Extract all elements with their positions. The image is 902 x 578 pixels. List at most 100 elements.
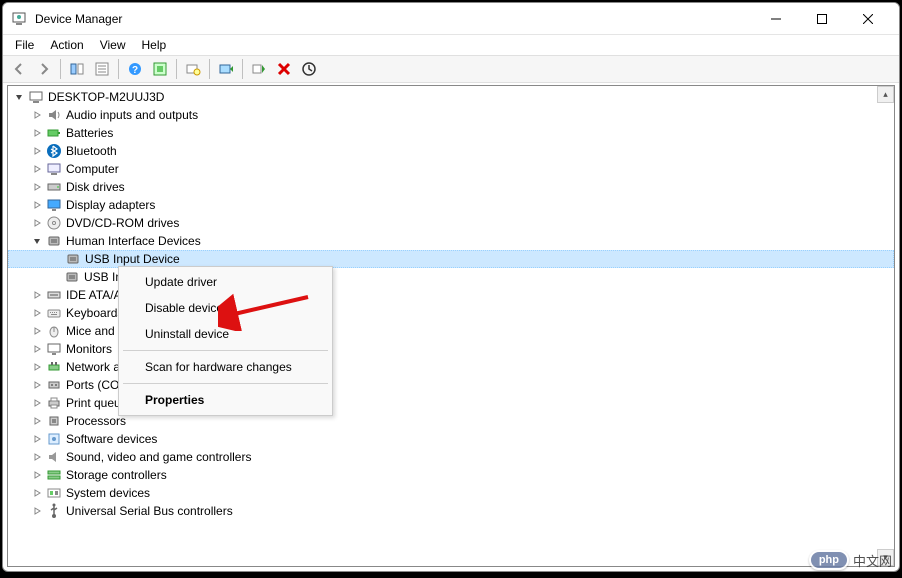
context-menu-item[interactable]: Scan for hardware changes (121, 354, 330, 380)
tree-node[interactable]: Storage controllers (8, 466, 894, 484)
tree-node-label: USB Input Device (85, 252, 180, 266)
disable-button[interactable] (297, 57, 321, 81)
tree-node[interactable]: System devices (8, 484, 894, 502)
context-menu-item[interactable]: Disable device (121, 295, 330, 321)
tree-node-label: Computer (66, 162, 119, 176)
tree-node-label: Batteries (66, 126, 113, 140)
tree-node[interactable]: DVD/CD-ROM drives (8, 214, 894, 232)
toolbar-separator (209, 59, 210, 79)
expand-icon[interactable] (30, 468, 44, 482)
network-icon (46, 359, 62, 375)
tree-node-label: DESKTOP-M2UUJ3D (48, 90, 164, 104)
hid-icon (64, 269, 80, 285)
context-menu-item[interactable]: Properties (121, 387, 330, 413)
menu-file[interactable]: File (7, 36, 42, 54)
action-button[interactable] (148, 57, 172, 81)
expand-icon[interactable] (30, 126, 44, 140)
keyboard-icon (46, 305, 62, 321)
forward-button[interactable] (32, 57, 56, 81)
tree-node-label: Software devices (66, 432, 157, 446)
software-icon (46, 431, 62, 447)
enable-device-button[interactable] (247, 57, 271, 81)
hid-icon (65, 251, 81, 267)
system-icon (46, 485, 62, 501)
mouse-icon (46, 323, 62, 339)
tree-node[interactable]: Disk drives (8, 178, 894, 196)
help-button[interactable]: ? (123, 57, 147, 81)
tree-node[interactable]: Audio inputs and outputs (8, 106, 894, 124)
expand-icon[interactable] (30, 378, 44, 392)
toolbar: ? (3, 55, 899, 83)
expand-icon[interactable] (30, 450, 44, 464)
tree-node[interactable]: Bluetooth (8, 142, 894, 160)
expand-icon[interactable] (30, 414, 44, 428)
toolbar-separator (242, 59, 243, 79)
monitor-icon (46, 341, 62, 357)
tree-node[interactable]: Sound, video and game controllers (8, 448, 894, 466)
tree-node[interactable]: Universal Serial Bus controllers (8, 502, 894, 520)
expand-icon[interactable] (30, 504, 44, 518)
menubar: File Action View Help (3, 35, 899, 55)
expand-icon[interactable] (30, 180, 44, 194)
show-hide-console-button[interactable] (65, 57, 89, 81)
tree-node-label: System devices (66, 486, 150, 500)
tree-node-label: Storage controllers (66, 468, 167, 482)
tree-node[interactable]: Human Interface Devices (8, 232, 894, 250)
update-driver-button[interactable] (214, 57, 238, 81)
expand-icon[interactable] (30, 432, 44, 446)
window-title: Device Manager (35, 12, 753, 26)
menu-help[interactable]: Help (134, 36, 175, 54)
context-menu-item[interactable]: Uninstall device (121, 321, 330, 347)
port-icon (46, 377, 62, 393)
expand-icon[interactable] (30, 216, 44, 230)
expand-icon[interactable] (30, 342, 44, 356)
menu-action[interactable]: Action (42, 36, 91, 54)
tree-node-label: Keyboards (66, 306, 123, 320)
tree-node[interactable]: Batteries (8, 124, 894, 142)
expand-icon[interactable] (30, 198, 44, 212)
ide-icon (46, 287, 62, 303)
context-menu-item[interactable]: Update driver (121, 269, 330, 295)
expand-icon[interactable] (30, 324, 44, 338)
display-icon (46, 197, 62, 213)
context-menu-separator (123, 350, 328, 351)
back-button[interactable] (7, 57, 31, 81)
scan-hardware-button[interactable] (181, 57, 205, 81)
expand-icon[interactable] (30, 360, 44, 374)
tree-node-label: DVD/CD-ROM drives (66, 216, 179, 230)
collapse-icon[interactable] (30, 234, 44, 248)
tree-node[interactable]: DESKTOP-M2UUJ3D (8, 88, 894, 106)
tree-node-label: Monitors (66, 342, 112, 356)
expand-icon[interactable] (30, 108, 44, 122)
bluetooth-icon (46, 143, 62, 159)
tree-node-label: Human Interface Devices (66, 234, 201, 248)
tree-node[interactable]: Software devices (8, 430, 894, 448)
sound-icon (46, 449, 62, 465)
minimize-button[interactable] (753, 3, 799, 34)
properties-button[interactable] (90, 57, 114, 81)
menu-view[interactable]: View (92, 36, 134, 54)
collapse-icon[interactable] (12, 90, 26, 104)
maximize-button[interactable] (799, 3, 845, 34)
toolbar-separator (60, 59, 61, 79)
tree-node-label: Bluetooth (66, 144, 117, 158)
expand-icon[interactable] (30, 288, 44, 302)
expand-icon[interactable] (30, 144, 44, 158)
tree-node[interactable]: Computer (8, 160, 894, 178)
expand-icon[interactable] (30, 306, 44, 320)
expand-icon[interactable] (30, 162, 44, 176)
close-button[interactable] (845, 3, 891, 34)
tree-node[interactable]: Display adapters (8, 196, 894, 214)
watermark: php 中文网 (809, 550, 892, 570)
tree-node-label: Processors (66, 414, 126, 428)
scroll-up-arrow[interactable]: ▴ (877, 86, 894, 103)
expand-icon[interactable] (30, 486, 44, 500)
watermark-badge: php (809, 550, 849, 570)
toolbar-separator (118, 59, 119, 79)
dvd-icon (46, 215, 62, 231)
battery-icon (46, 125, 62, 141)
window-controls (753, 3, 891, 34)
printer-icon (46, 395, 62, 411)
expand-icon[interactable] (30, 396, 44, 410)
uninstall-button[interactable] (272, 57, 296, 81)
